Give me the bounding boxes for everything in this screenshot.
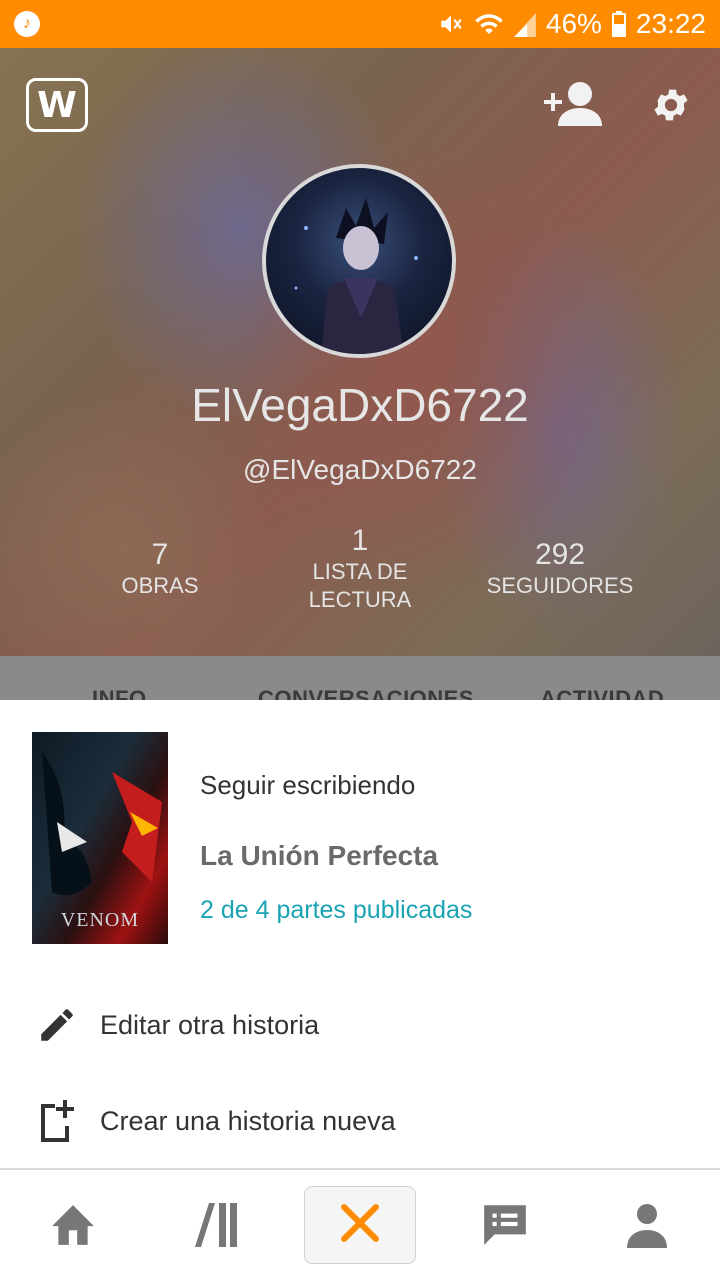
status-bar: ♪ 46% 23:22 [0, 0, 720, 48]
battery-icon [611, 11, 626, 37]
stat-followers[interactable]: 292 SEGUIDORES [470, 538, 650, 600]
library-button[interactable] [162, 1186, 272, 1266]
tab-info[interactable]: INFO [92, 686, 147, 700]
messages-button[interactable] [450, 1186, 560, 1266]
close-icon [340, 1203, 380, 1248]
clock: 23:22 [635, 8, 706, 39]
story-title[interactable]: La Unión Perfecta [200, 840, 438, 872]
edit-other-story-button[interactable]: Editar otra historia [0, 980, 720, 1070]
profile-button[interactable] [592, 1186, 702, 1266]
pencil-icon [34, 1002, 80, 1048]
display-name: ElVegaDxD6722 [191, 379, 529, 431]
mute-icon [438, 11, 464, 37]
story-cover-title: VENOM [60, 909, 140, 931]
tab-activity[interactable]: ACTIVIDAD [540, 686, 664, 700]
username-handle: @ElVegaDxD6722 [243, 454, 477, 485]
write-menu-sheet: VENOM Seguir escribiendo La Unión Perfec… [0, 700, 720, 1168]
avatar[interactable] [262, 164, 456, 358]
profile-header: W ElVegaDxD6722 @ElVegaDxD6722 7 OBRAS 1… [0, 48, 720, 656]
settings-icon[interactable] [650, 84, 692, 126]
messages-icon [480, 1201, 530, 1252]
library-icon [193, 1201, 241, 1252]
stat-reading-lists[interactable]: 1 LISTA DE LECTURA [280, 524, 440, 614]
edit-other-story-label: Editar otra historia [100, 1009, 320, 1040]
wifi-icon [474, 11, 504, 37]
stat-followers-label: SEGUIDORES [486, 573, 634, 598]
new-story-icon [34, 1098, 80, 1144]
close-button[interactable] [304, 1186, 416, 1264]
home-icon [47, 1201, 99, 1252]
stat-works[interactable]: 7 OBRAS [80, 538, 240, 600]
stat-followers-value: 292 [534, 538, 586, 571]
home-button[interactable] [18, 1186, 128, 1266]
create-new-story-label: Crear una historia nueva [100, 1105, 396, 1136]
stat-works-label: OBRAS [121, 573, 199, 598]
published-parts: 2 de 4 partes publicadas [200, 896, 473, 924]
music-icon: ♪ [14, 11, 40, 37]
profile-icon [622, 1200, 672, 1253]
stat-works-value: 7 [151, 538, 169, 571]
create-new-story-button[interactable]: Crear una historia nueva [0, 1076, 720, 1166]
stat-reading-lists-label: LISTA DE LECTURA [308, 559, 412, 612]
signal-icon [514, 11, 536, 37]
tabs-bar: INFO CONVERSACIONES ACTIVIDAD [0, 656, 720, 700]
tab-conversations[interactable]: CONVERSACIONES [258, 686, 474, 700]
story-cover[interactable]: VENOM [32, 732, 168, 944]
battery-percent: 46% [545, 8, 602, 39]
stat-reading-lists-value: 1 [351, 524, 369, 557]
add-friend-icon[interactable] [544, 80, 604, 126]
bottom-navigation [0, 1168, 720, 1280]
wattpad-logo-icon[interactable]: W [26, 78, 88, 132]
continue-writing-label[interactable]: Seguir escribiendo [200, 770, 415, 801]
